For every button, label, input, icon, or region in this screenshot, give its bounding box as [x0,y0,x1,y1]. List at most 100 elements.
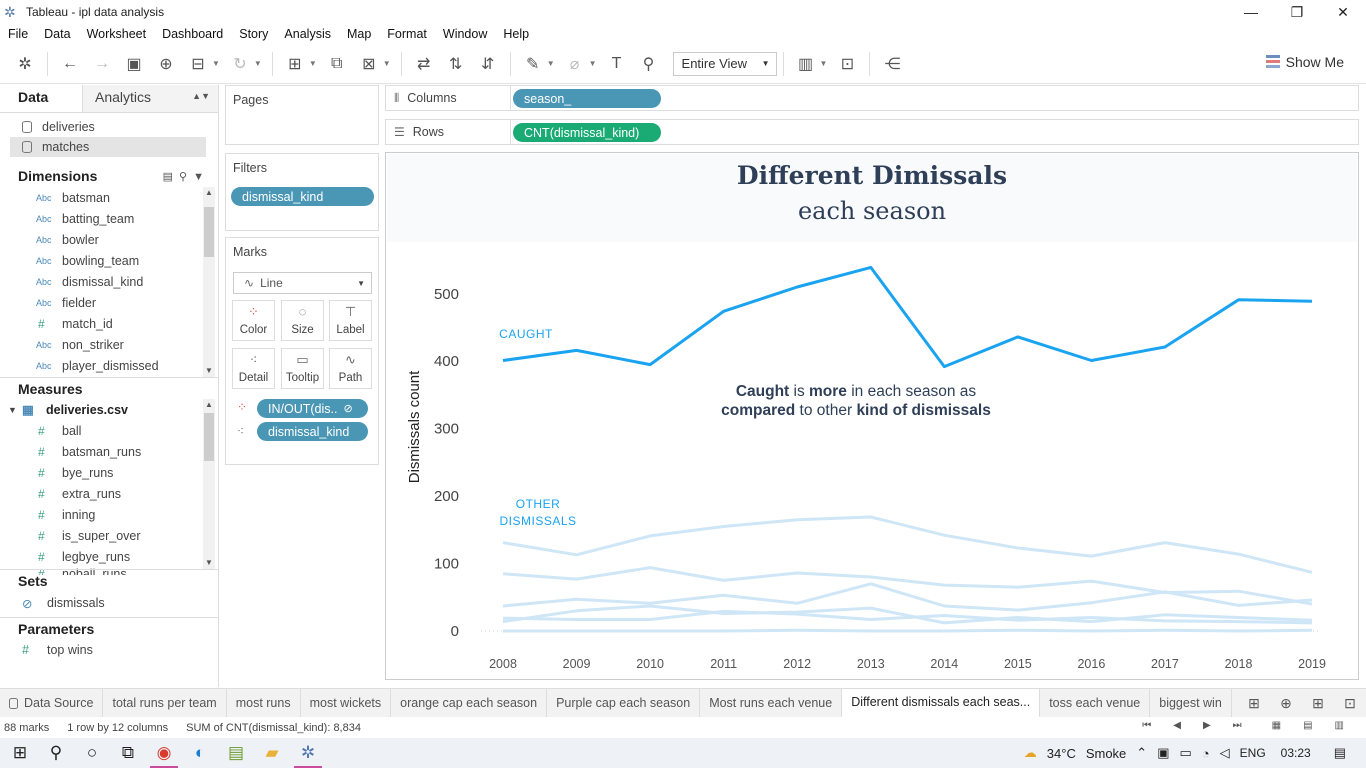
columns-shelf[interactable]: ⦀ Columns season_ [385,85,1359,111]
new-worksheet-icon[interactable]: ⊕ [1270,695,1302,712]
close-button[interactable]: ✕ [1320,0,1366,24]
tab-data-source[interactable]: Data Source [0,688,104,718]
wifi-icon[interactable]: ◔ [1202,746,1210,761]
field-is-super-over[interactable]: # is_super_over [0,525,218,546]
chevron-down-icon[interactable]: ▼ [309,59,317,68]
cortana-icon[interactable]: ○ [74,738,110,768]
new-worksheet-icon[interactable]: ⊞ [282,51,308,77]
tab-analytics[interactable]: Analytics ▲▼ [82,85,218,112]
weather-text[interactable]: Smoke [1086,746,1126,761]
field-ball[interactable]: # ball [0,420,218,441]
menu-format[interactable]: Format [379,27,435,41]
chevron-down-icon[interactable]: ▼ [8,405,22,415]
field-inning[interactable]: # inning [0,504,218,525]
group-members-icon[interactable]: ⌀ [562,51,588,77]
menu-help[interactable]: Help [495,27,537,41]
field-batsman-runs[interactable]: # batsman_runs [0,441,218,462]
undo-icon[interactable]: ← [57,51,83,77]
columns-pill-season[interactable]: season_ [513,89,661,108]
parameter-top-wins[interactable]: # top wins [0,639,218,660]
clear-sheet-icon[interactable]: ⊠ [356,51,382,77]
file-explorer-icon[interactable]: ▰ [254,738,290,768]
tab-sheet[interactable]: most wickets [301,688,392,718]
tab-sheet[interactable]: Purple cap each season [547,688,701,718]
search-icon[interactable]: ⚲ [179,171,193,183]
mark-type-select[interactable]: ∿ Line ▼ [233,272,372,294]
chevron-down-icon[interactable]: ▼ [193,171,210,183]
marks-detail-button[interactable]: ⁖ Detail [232,348,275,389]
chevron-down-icon[interactable]: ▼ [589,59,597,68]
last-sheet-icon[interactable]: ⏭ [1233,720,1242,731]
marks-label-button[interactable]: ⊤ Label [329,300,372,341]
new-datasource-icon[interactable]: ⊕ [153,51,179,77]
tab-sheet[interactable]: Most runs each venue [700,688,843,718]
new-dashboard-icon[interactable]: ⊞ [1302,695,1334,712]
menu-map[interactable]: Map [339,27,379,41]
datasource-matches[interactable]: matches [10,137,206,157]
presentation-mode-icon[interactable]: ⊡ [834,51,860,77]
language-indicator[interactable]: ENG [1240,746,1266,760]
task-view-icon[interactable]: ⧉ [110,738,146,768]
menu-window[interactable]: Window [435,27,495,41]
marks-pill-in-out[interactable]: IN/OUT(dis.. ⊘ [257,399,368,418]
scroll-up-icon[interactable]: ▲ [203,187,215,199]
marks-tooltip-button[interactable]: ▭ Tooltip [281,348,324,389]
filmstrip-icon[interactable]: ▤ [1303,720,1312,731]
chrome-icon[interactable]: ◉ [146,738,182,768]
menu-dashboard[interactable]: Dashboard [154,27,231,41]
tab-sheet-active[interactable]: Different dismissals each seas... [842,688,1041,718]
search-icon[interactable]: ⚲ [38,738,74,768]
chevron-down-icon[interactable]: ▼ [212,59,220,68]
show-mark-labels-icon[interactable]: T [604,51,630,77]
menu-data[interactable]: Data [36,27,78,41]
field-player-dismissed[interactable]: Abc player_dismissed [0,355,218,376]
edge-icon[interactable]: ◐ [182,738,218,768]
filters-shelf[interactable]: Filters dismissal_kind [225,153,379,231]
redo-icon[interactable]: → [89,51,115,77]
field-fielder[interactable]: Abc fielder [0,292,218,313]
show-cards-icon[interactable]: ▥ [793,51,819,77]
next-sheet-icon[interactable]: ▶ [1203,720,1211,731]
chevron-up-icon[interactable]: ⌃ [1136,745,1147,761]
tab-sheet[interactable]: most runs [227,688,301,718]
tabs-view-icon[interactable]: ▥ [1335,720,1344,731]
chevron-down-icon[interactable]: ▼ [254,59,262,68]
field-bye-runs[interactable]: # bye_runs [0,462,218,483]
field-dismissal-kind[interactable]: Abc dismissal_kind [0,271,218,292]
notifications-icon[interactable]: ▤ [1334,745,1346,761]
field-extra-runs[interactable]: # extra_runs [0,483,218,504]
datasource-deliveries[interactable]: deliveries [0,117,218,137]
tab-data[interactable]: Data [0,85,82,112]
field-bowler[interactable]: Abc bowler [0,229,218,250]
meet-now-icon[interactable]: ▣ [1157,745,1169,761]
marks-color-button[interactable]: ⁘ Color [232,300,275,341]
set-dismissals[interactable]: ⊘ dismissals [0,591,218,615]
battery-icon[interactable]: ▭ [1180,745,1192,761]
sort-ascending-icon[interactable]: ⇅ [443,51,469,77]
field-match-id[interactable]: # match_id [0,313,218,334]
volume-icon[interactable]: ◁ [1220,745,1230,761]
dimensions-scrollbar[interactable]: ▲ ▼ [203,187,215,377]
tab-sheet[interactable]: toss each venue [1040,688,1151,718]
windows-start-icon[interactable]: ⊞ [2,738,38,768]
scrollbar-thumb[interactable] [204,207,214,257]
save-icon[interactable]: ▣ [121,51,147,77]
view-list-icon[interactable]: ▤ [163,171,179,183]
scroll-down-icon[interactable]: ▼ [203,365,215,377]
filter-pill-dismissal-kind[interactable]: dismissal_kind [231,187,374,206]
tab-sheet[interactable]: orange cap each season [391,688,548,718]
restore-button[interactable]: ❐ [1274,0,1320,24]
fit-view-select[interactable]: Entire View ▼ [672,51,777,76]
scroll-down-icon[interactable]: ▼ [203,557,215,569]
weather-icon[interactable]: ☁ [1024,745,1037,761]
tableau-home-icon[interactable]: ✲ [12,51,38,77]
pages-shelf[interactable]: Pages [225,85,379,145]
rows-shelf[interactable]: ☰ Rows CNT(dismissal_kind) [385,119,1359,145]
field-non-striker[interactable]: Abc non_striker [0,334,218,355]
notepad-icon[interactable]: ▤ [218,738,254,768]
chevron-down-icon[interactable]: ▼ [547,59,555,68]
first-sheet-icon[interactable]: ⏮ [1142,720,1151,731]
field-batting-team[interactable]: Abc batting_team [0,208,218,229]
menu-analysis[interactable]: Analysis [276,27,339,41]
marks-path-button[interactable]: ∿ Path [329,348,372,389]
